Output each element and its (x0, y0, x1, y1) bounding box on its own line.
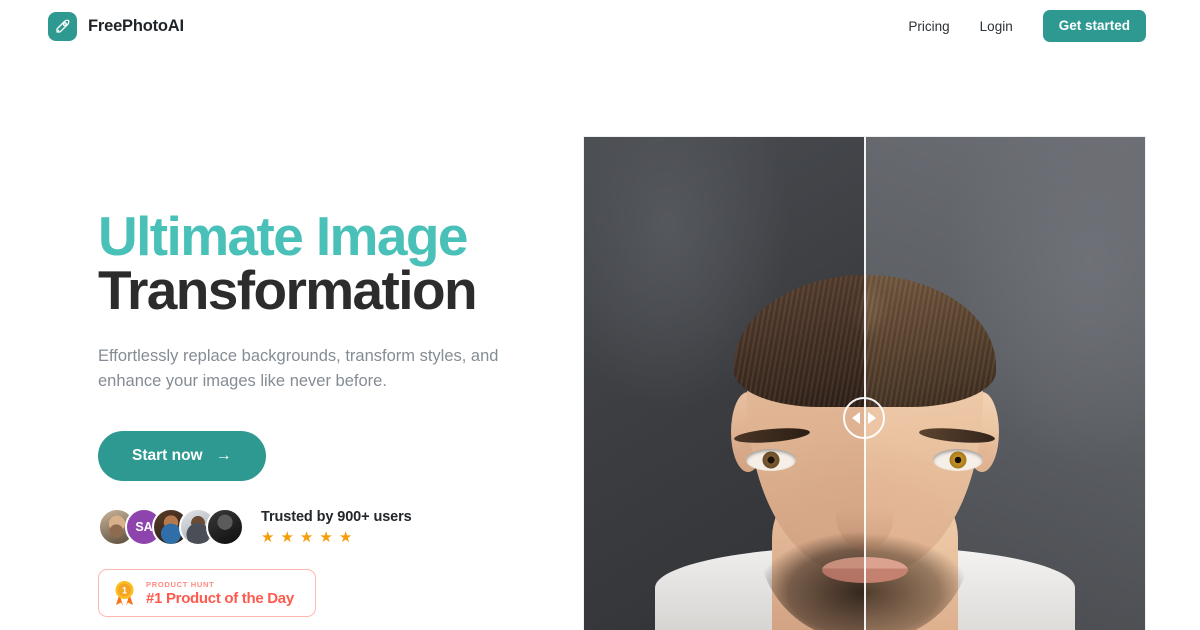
headline-line-2: Transformation (98, 258, 478, 321)
star-icon: ★ (280, 529, 294, 546)
avatar-group: SA (98, 508, 244, 546)
hero-subheading: Effortlessly replace backgrounds, transf… (98, 346, 499, 391)
nav-link-pricing[interactable]: Pricing (908, 19, 949, 34)
portrait-render (864, 137, 1145, 630)
headline-line-1: Ultimate Image (98, 205, 468, 267)
portrait-photo (584, 137, 864, 630)
social-proof: SA Trusted by 900+ users ★ ★ ★ ★ ★ (98, 508, 412, 546)
rocket-icon (48, 11, 77, 41)
product-hunt-text: PRODUCT HUNT #1 Product of the Day (146, 580, 294, 607)
brand-logo-link[interactable]: FreePhotoAI (48, 11, 184, 41)
get-started-button[interactable]: Get started (1042, 10, 1146, 42)
product-hunt-title: #1 Product of the Day (146, 589, 294, 607)
compare-slider-handle[interactable] (843, 397, 885, 439)
start-now-button[interactable]: Start now → (98, 430, 266, 481)
product-hunt-badge[interactable]: 1 PRODUCT HUNT #1 Product of the Day (98, 569, 316, 617)
top-navigation-bar: FreePhotoAI Pricing Login Get started (0, 0, 1200, 52)
eye-right (933, 449, 983, 471)
iris (762, 451, 780, 469)
trusted-users-label: Trusted by 900+ users (261, 509, 412, 525)
arrow-right-icon (868, 412, 876, 424)
svg-text:1: 1 (122, 586, 127, 596)
star-rating: ★ ★ ★ ★ ★ (261, 530, 412, 545)
product-hunt-kicker: PRODUCT HUNT (146, 579, 215, 589)
star-icon: ★ (261, 529, 275, 546)
arrow-right-icon: → (215, 446, 232, 464)
compare-divider-line (864, 137, 866, 630)
hair (864, 275, 996, 407)
compare-left-original-photo (584, 137, 864, 630)
eye-left (746, 449, 796, 471)
avatar (206, 508, 244, 546)
hero-content: Ultimate Image Transformation Effortless… (98, 205, 578, 481)
arrow-left-icon (852, 412, 860, 424)
medal-icon: 1 (112, 579, 137, 607)
hair (733, 275, 864, 407)
hair-strands (733, 275, 864, 407)
nav-links-group: Pricing Login Get started (908, 10, 1146, 42)
before-after-compare-slider[interactable] (584, 137, 1145, 630)
compare-right-transformed-render (864, 137, 1145, 630)
star-icon: ★ (319, 529, 333, 546)
nav-link-login[interactable]: Login (980, 19, 1013, 34)
brand-name: FreePhotoAI (88, 16, 184, 35)
start-now-label: Start now (132, 446, 203, 464)
star-icon: ★ (338, 529, 353, 546)
social-proof-text: Trusted by 900+ users ★ ★ ★ ★ ★ (261, 509, 412, 545)
iris (949, 451, 967, 469)
landing-page: FreePhotoAI Pricing Login Get started Ul… (0, 0, 1200, 630)
star-icon: ★ (299, 529, 314, 546)
hair-strands (864, 275, 996, 407)
page-title: Ultimate Image Transformation (98, 205, 578, 321)
